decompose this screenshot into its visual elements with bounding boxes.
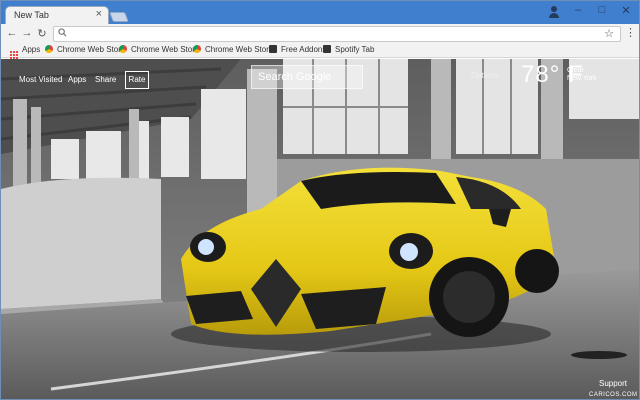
bookmark-chrome-web-store-3[interactable]: Chrome Web Store: [193, 45, 273, 54]
bookmark-label: Spotify Tab: [335, 45, 375, 54]
bookmark-spotify-tab[interactable]: Spotify Tab: [323, 45, 374, 54]
image-credit: CARICOS.COM: [589, 392, 638, 398]
browser-window: New Tab × – □ ✕ ← → ↻ ☆ ⋮ Apps Chrome We…: [0, 0, 640, 400]
support-link[interactable]: Support: [599, 379, 627, 388]
most-visited-link[interactable]: Most Visited: [19, 75, 62, 84]
reload-icon[interactable]: ↻: [35, 27, 49, 40]
tab-close-icon[interactable]: ×: [96, 8, 102, 20]
search-icon: [58, 28, 67, 40]
weather-location: New York: [567, 75, 597, 82]
bookmark-label: Apps: [22, 45, 41, 54]
tab-title: New Tab: [14, 10, 49, 20]
bookmark-label: Chrome Web Store: [57, 45, 126, 54]
new-tab-page: Most Visited Apps Share Rate Options 78°…: [1, 59, 639, 399]
bookmark-chrome-web-store-2[interactable]: Chrome Web Store: [119, 45, 199, 54]
chrome-web-store-icon: [45, 45, 53, 53]
options-link[interactable]: Options: [471, 71, 499, 80]
omnibox[interactable]: ☆: [53, 26, 621, 42]
maximize-button[interactable]: □: [591, 4, 613, 16]
bookmark-label: Chrome Web Store: [205, 45, 274, 54]
kebab-menu-icon[interactable]: ⋮: [625, 26, 636, 39]
chrome-web-store-icon: [119, 45, 127, 53]
weather-description: Clear New York: [567, 67, 597, 83]
bookmark-chrome-web-store-1[interactable]: Chrome Web Store: [45, 45, 125, 54]
bookmark-label: Free Addons: [281, 45, 327, 54]
rate-button[interactable]: Rate: [125, 71, 149, 89]
tv-icon: [323, 45, 331, 53]
star-icon[interactable]: ☆: [604, 27, 614, 40]
bookmark-apps[interactable]: Apps: [9, 45, 40, 60]
chrome-web-store-icon: [193, 45, 201, 53]
bookmarks-bar: Apps Chrome Web Store Chrome Web Store C…: [1, 44, 639, 60]
minimize-button[interactable]: –: [567, 4, 589, 16]
bookmark-label: Chrome Web Store: [131, 45, 200, 54]
search-input[interactable]: [252, 66, 362, 88]
close-window-button[interactable]: ✕: [615, 4, 637, 17]
share-link[interactable]: Share: [95, 75, 116, 84]
tv-icon: [269, 45, 277, 53]
browser-toolbar: ← → ↻ ☆ ⋮: [1, 24, 639, 44]
new-tab-button[interactable]: [109, 12, 129, 22]
forward-arrow-icon[interactable]: →: [20, 27, 34, 39]
bookmark-free-addons[interactable]: Free Addons: [269, 45, 326, 54]
google-search-box[interactable]: [251, 65, 363, 89]
titlebar: New Tab × – □ ✕: [1, 1, 639, 24]
tab-new-tab[interactable]: New Tab ×: [5, 6, 109, 24]
weather-widget[interactable]: 78° F Clear New York: [521, 63, 597, 87]
apps-link[interactable]: Apps: [68, 75, 86, 84]
background-wallpaper-image: [1, 59, 639, 399]
user-profile-icon[interactable]: [546, 4, 562, 20]
omnibox-input[interactable]: [72, 28, 592, 40]
weather-condition: Clear: [567, 67, 584, 74]
back-arrow-icon[interactable]: ←: [5, 27, 19, 39]
